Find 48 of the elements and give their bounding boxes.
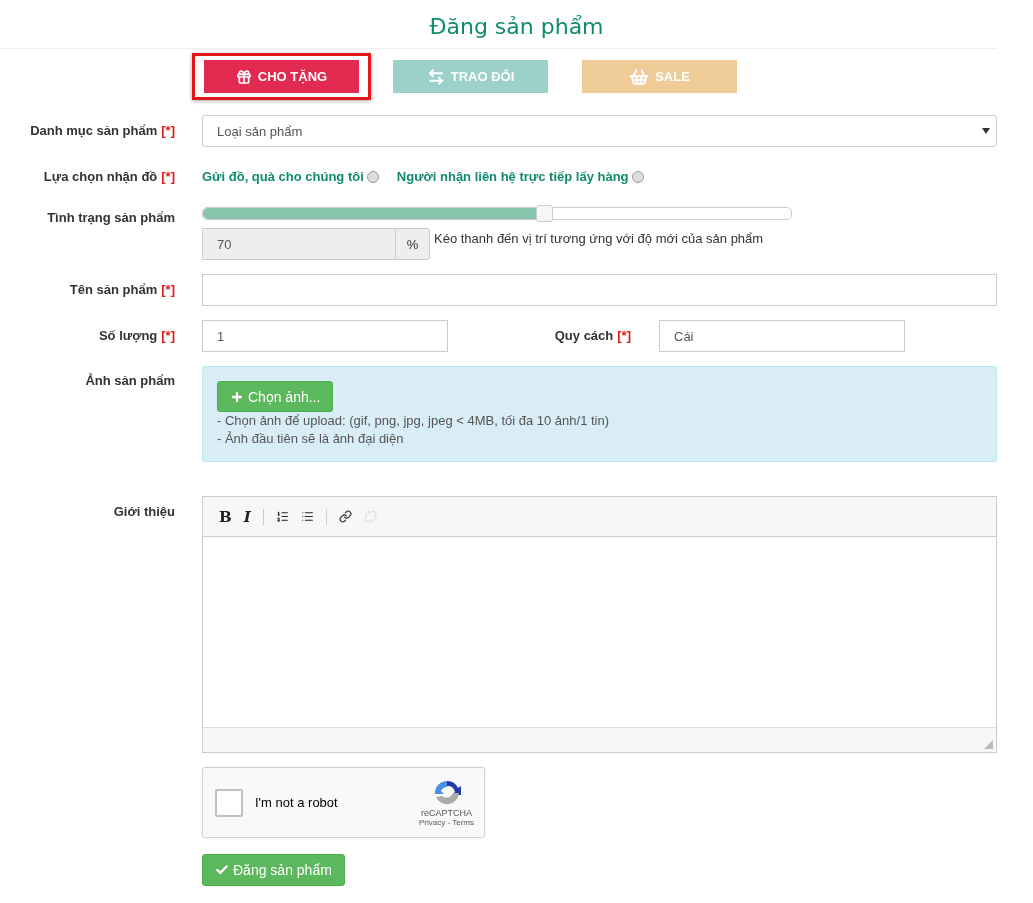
- slider-handle[interactable]: [536, 205, 554, 222]
- name-input[interactable]: [202, 274, 997, 306]
- page-title: Đăng sản phẩm: [428, 13, 605, 41]
- field-label: Danh mục sản phẩm: [30, 123, 158, 138]
- gift-icon: [235, 68, 252, 85]
- percent-addon: %: [396, 228, 430, 260]
- bold-tool[interactable]: B: [215, 505, 236, 528]
- numbered-list-icon: [275, 510, 289, 523]
- radio-option[interactable]: Người nhận liên hệ trực tiếp lấy hàng: [396, 169, 644, 184]
- privacy-terms-link[interactable]: Privacy - Terms: [419, 818, 474, 827]
- text-editor[interactable]: B I: [202, 496, 997, 753]
- required-mark: [*]: [161, 169, 175, 184]
- bullet-list-icon: [300, 510, 314, 523]
- condition-input[interactable]: 70: [202, 228, 396, 260]
- required-mark: [*]: [161, 328, 175, 343]
- basket-icon: [629, 66, 650, 87]
- quantity-input[interactable]: 1: [202, 320, 448, 352]
- swap-arrows-icon: [426, 67, 445, 86]
- required-mark: [*]: [617, 328, 631, 343]
- check-icon: [215, 863, 229, 877]
- upload-note: - Ảnh đầu tiên sẽ là ảnh đại diện: [217, 430, 405, 448]
- captcha-checkbox[interactable]: [215, 788, 243, 817]
- caret-icon: [982, 128, 990, 134]
- link-icon: [338, 510, 352, 523]
- unlink-icon: [363, 510, 377, 523]
- required-mark: [*]: [161, 282, 175, 297]
- type-tab[interactable]: CHO TẶNG: [204, 60, 359, 93]
- radio-button[interactable]: [366, 170, 379, 183]
- radio-option[interactable]: Gửi đồ, quà cho chúng tôi: [202, 169, 379, 184]
- field-label: Lựa chọn nhận đồ: [43, 169, 158, 184]
- unit-input[interactable]: Cái: [659, 320, 905, 352]
- category-select[interactable]: Loại sản phẩm: [202, 115, 997, 147]
- field-label: Ảnh sản phẩm: [85, 373, 175, 388]
- italic-tool[interactable]: I: [239, 505, 255, 528]
- slider-hint: Kéo thanh đến vị trí tương ứng với độ mới của sản phẩm: [434, 230, 764, 246]
- required-mark: [*]: [161, 123, 175, 138]
- radio-button[interactable]: [631, 170, 644, 183]
- resize-grip-icon: [984, 740, 993, 749]
- field-label: Quy cách: [554, 328, 614, 343]
- field-label: Tên sản phẩm: [69, 282, 158, 297]
- recaptcha-brand: reCAPTCHA: [421, 808, 472, 818]
- captcha-label: I'm not a robot: [255, 795, 339, 810]
- field-label: Tình trạng sản phẩm: [47, 210, 175, 225]
- field-label: Giới thiệu: [113, 504, 175, 519]
- field-label: Số lượng: [98, 328, 158, 343]
- upload-note: - Chọn ảnh để upload: (gif, png, jpg, jpeg < 4MB, tối đa 10 ảnh/1 tin): [217, 412, 611, 430]
- slider-track[interactable]: [202, 207, 792, 220]
- plus-icon: [230, 389, 244, 404]
